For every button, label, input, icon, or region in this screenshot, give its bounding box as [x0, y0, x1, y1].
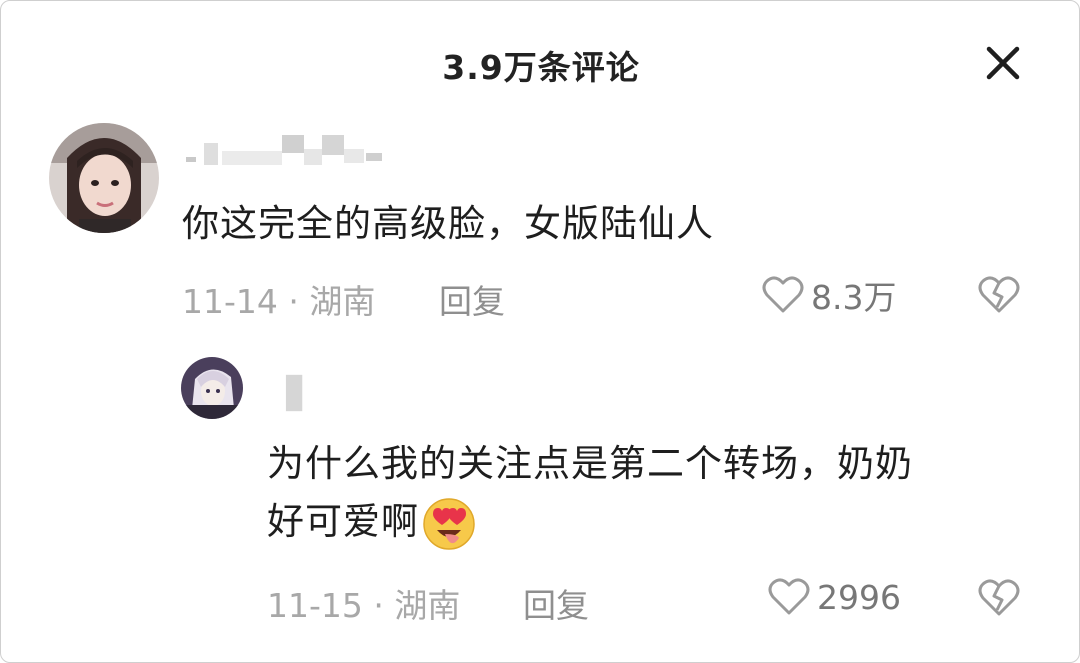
reply-location: 湖南	[394, 586, 461, 625]
comment-count-title: 3.9万条评论	[442, 48, 640, 87]
close-icon	[986, 46, 1020, 80]
reply-button[interactable]: 回复	[439, 275, 505, 323]
reply-meta: 11-15 · 湖南	[267, 579, 460, 627]
broken-heart-icon	[978, 276, 1020, 313]
reply-avatar[interactable]	[181, 357, 243, 419]
reply-dislike-button[interactable]	[977, 576, 1021, 624]
comment-date: 11-14	[182, 282, 278, 321]
comment-location: 湖南	[309, 282, 376, 321]
close-button[interactable]	[981, 41, 1025, 85]
reply-date: 11-15	[267, 586, 363, 625]
heart-outline-icon	[768, 578, 810, 615]
reply-like-button[interactable]: 2996	[767, 575, 901, 619]
like-count: 8.3万	[811, 278, 897, 317]
meta-separator: ·	[373, 586, 384, 625]
comments-panel: 3.9万条评论 你这完全的高级脸，女版陆仙人 11-14 · 湖南 回复 8.3…	[0, 0, 1080, 663]
heart-eyes-tongue-emoji	[423, 497, 475, 550]
broken-heart-icon	[978, 579, 1020, 616]
reply-reply-button[interactable]: 回复	[523, 579, 589, 627]
reply-text-line2-text: 好可爱啊	[267, 500, 419, 543]
like-button[interactable]: 8.3万	[761, 271, 896, 319]
reply-username-redacted	[285, 374, 303, 412]
username-redacted	[186, 135, 382, 165]
heart-outline-icon	[762, 276, 804, 313]
reply-like-count: 2996	[817, 577, 901, 617]
comment-meta: 11-14 · 湖南	[182, 275, 375, 323]
reply-text: 为什么我的关注点是第二个转场，奶奶 好可爱啊	[267, 437, 913, 552]
reply-text-line1: 为什么我的关注点是第二个转场，奶奶	[267, 442, 913, 485]
reply-text-line2: 好可爱啊	[267, 495, 913, 552]
meta-separator: ·	[288, 282, 299, 321]
dislike-button[interactable]	[977, 273, 1021, 321]
avatar[interactable]	[49, 123, 159, 233]
comment-text: 你这完全的高级脸，女版陆仙人	[182, 202, 714, 245]
